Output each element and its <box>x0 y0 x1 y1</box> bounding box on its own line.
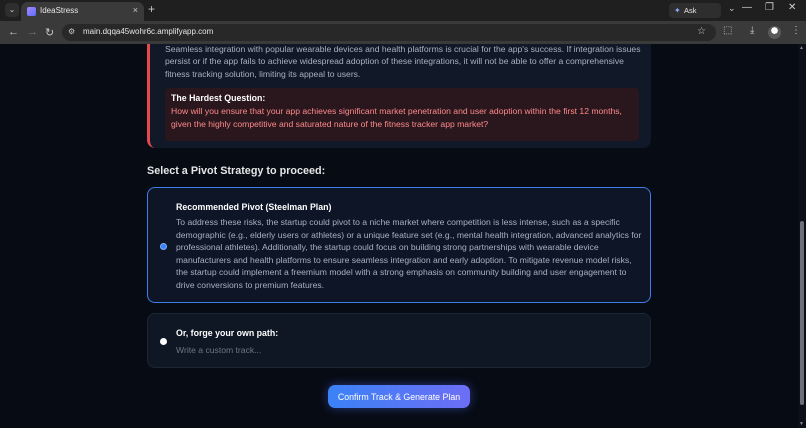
recommended-pivot-option[interactable]: Recommended Pivot (Steelman Plan) To add… <box>147 187 651 303</box>
tab-title: IdeaStress <box>40 6 79 15</box>
scrollbar[interactable]: ▲ ▼ <box>798 44 806 428</box>
browser-tab-strip: ⌄ IdeaStress × + ✦ Ask Gemini ⌄ — ❐ ✕ <box>0 0 806 30</box>
bookmark-star-icon[interactable]: ☆ <box>697 26 706 37</box>
custom-track-input[interactable] <box>176 343 626 357</box>
address-bar[interactable]: ⚙ main.dqqa45wohr6c.amplifyapp.com ☆ <box>62 24 716 41</box>
custom-path-title: Or, forge your own path: <box>176 328 279 338</box>
confirm-generate-button[interactable]: Confirm Track & Generate Plan <box>328 385 470 408</box>
hardest-question-title: The Hardest Question: <box>171 93 266 103</box>
download-icon[interactable]: ⤓ <box>750 25 754 36</box>
gemini-icon: ✦ <box>674 6 681 15</box>
forward-button[interactable]: → <box>27 26 38 38</box>
custom-path-option[interactable]: Or, forge your own path: <box>147 313 651 368</box>
browser-tab[interactable]: IdeaStress × <box>21 2 144 21</box>
scroll-up-icon[interactable]: ▲ <box>799 45 804 51</box>
site-info-icon[interactable]: ⚙ <box>68 27 75 36</box>
pivot-heading: Select a Pivot Strategy to proceed: <box>147 165 326 177</box>
recommended-pivot-title: Recommended Pivot (Steelman Plan) <box>176 202 332 212</box>
back-button[interactable]: ← <box>8 26 19 38</box>
favicon-icon <box>27 7 36 16</box>
risk-description: Seamless integration with popular wearab… <box>165 44 641 79</box>
scroll-down-icon[interactable]: ▼ <box>799 421 804 427</box>
extensions-icon[interactable]: ⬚ <box>723 25 732 36</box>
recommended-pivot-body: To address these risks, the startup coul… <box>176 217 642 290</box>
custom-radio[interactable] <box>160 338 167 345</box>
browser-toolbar: ← → ↻ ⚙ main.dqqa45wohr6c.amplifyapp.com… <box>0 21 806 44</box>
tab-close-icon[interactable]: × <box>133 5 138 15</box>
hardest-question-box: The Hardest Question: How will you ensur… <box>165 88 639 141</box>
restore-button[interactable]: ❐ <box>765 2 774 13</box>
new-tab-button[interactable]: + <box>148 2 155 16</box>
reload-button[interactable]: ↻ <box>45 26 54 39</box>
minimize-button[interactable]: — <box>742 2 752 13</box>
scrollbar-thumb[interactable] <box>800 221 804 405</box>
ask-gemini-button[interactable]: ✦ Ask Gemini <box>669 3 721 30</box>
profile-avatar[interactable] <box>768 26 781 39</box>
page-viewport: Seamless integration with popular wearab… <box>0 44 806 428</box>
browser-menu-icon[interactable]: ⋮ <box>791 25 801 36</box>
tab-list-button[interactable]: ⌄ <box>5 3 19 17</box>
recommended-radio[interactable] <box>160 243 167 250</box>
window-close-button[interactable]: ✕ <box>788 2 796 13</box>
hardest-question-text: How will you ensure that your app achiev… <box>171 106 622 129</box>
tab-search-icon[interactable]: ⌄ <box>728 3 736 14</box>
risk-card: Seamless integration with popular wearab… <box>147 44 651 148</box>
url-text[interactable]: main.dqqa45wohr6c.amplifyapp.com <box>83 27 213 36</box>
